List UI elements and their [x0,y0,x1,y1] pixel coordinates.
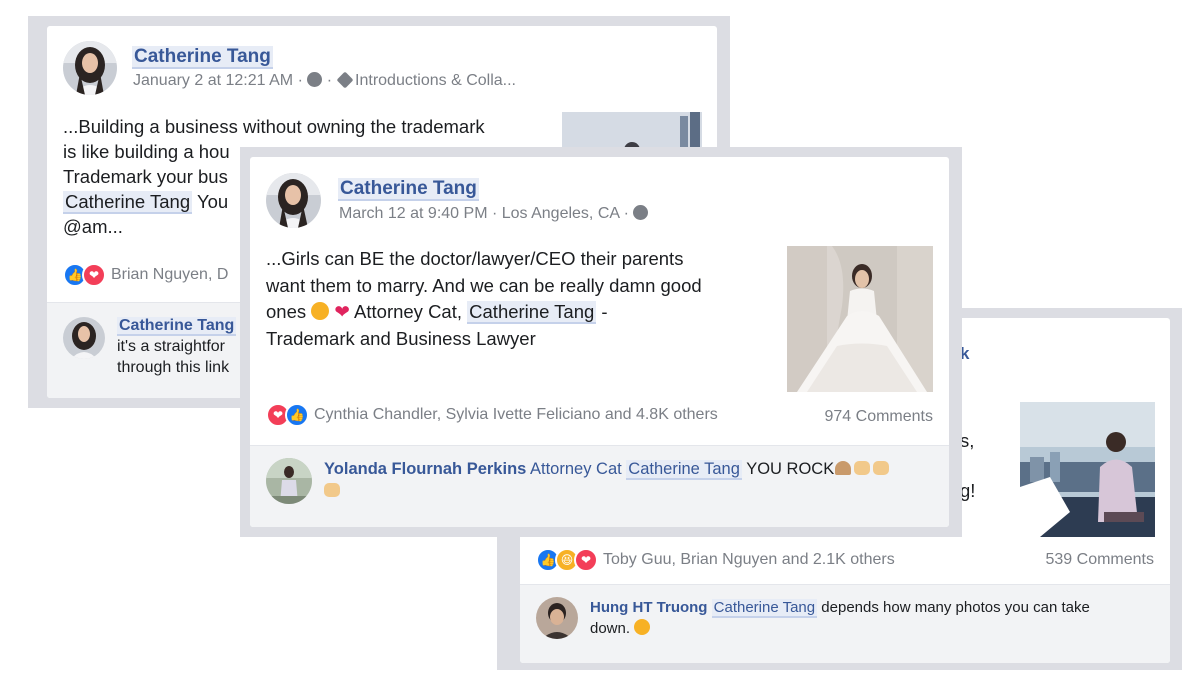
post-1-comment-avatar[interactable] [63,317,105,359]
post-2-reactions[interactable]: ❤ 👍 Cynthia Chandler, Sylvia Ivette Feli… [266,403,718,427]
wink-emoji [311,302,330,320]
laughing-emoji [634,619,651,635]
post-2-card: Catherine Tang March 12 at 9:40 PM · Los… [250,157,949,527]
post-3-comments-count[interactable]: 539 Comments [1046,551,1155,569]
raised-hands-emoji [873,461,890,475]
post-1-author-avatar[interactable] [63,41,117,95]
post-3-comment: Hung HT Truong Catherine Tang depends ho… [520,584,1170,663]
post-2-meta: March 12 at 9:40 PM · Los Angeles, CA · [339,205,649,223]
group-icon [307,72,323,87]
post-2-date[interactable]: March 12 at 9:40 PM [339,205,488,222]
post-2-reactors[interactable]: Cynthia Chandler, Sylvia Ivette Felician… [314,406,718,424]
post-2-comment-avatar[interactable] [266,458,312,504]
post-1-reactions[interactable]: 👍 ❤ Brian Nguyen, D [63,263,228,287]
post-3-body-fragment-b: g! [960,480,976,501]
post-2-image[interactable] [787,246,933,392]
post-1-author-name[interactable]: Catherine Tang [132,46,273,69]
post-3-reactors[interactable]: Toby Guu, Brian Nguyen and 2.1K others [603,551,895,569]
post-2-comment: Yolanda Flournah Perkins Attorney Cat Ca… [250,445,949,527]
post-2-author-avatar[interactable] [266,173,321,228]
post-2-comment-author[interactable]: Yolanda Flournah Perkins [324,460,526,478]
post-1-date[interactable]: January 2 at 12:21 AM [133,72,293,89]
post-1-comment-text: Catherine Tang it's a straightfor throug… [117,317,237,376]
post-3-reactions[interactable]: 👍 😆 ❤ Toby Guu, Brian Nguyen and 2.1K ot… [536,548,895,572]
post-1-reactors[interactable]: Brian Nguyen, D [111,266,228,284]
raised-hands-emoji [324,483,340,497]
post-2-author-name[interactable]: Catherine Tang [338,178,479,201]
post-3-comment-mention[interactable]: Catherine Tang [711,599,818,618]
post-3-image[interactable] [1020,402,1155,537]
post-1-comment-author[interactable]: Catherine Tang [117,317,237,336]
post-2-location[interactable]: Los Angeles, CA [502,205,619,222]
praying-hands-emoji [835,461,852,475]
post-3-comment-author[interactable]: Hung HT Truong [590,599,707,616]
post-1-image[interactable] [562,112,702,152]
post-2-comments-count[interactable]: 974 Comments [825,408,934,426]
raised-hands-emoji [854,461,871,475]
post-2-mention[interactable]: Catherine Tang [467,301,597,324]
post-2-comment-text: Yolanda Flournah Perkins Attorney Cat Ca… [324,458,934,502]
post-3-comment-avatar[interactable] [536,597,578,639]
post-2-comment-mention[interactable]: Catherine Tang [626,460,742,480]
post-3-body-fragment-a: s, [960,430,975,451]
love-icon: ❤ [574,548,598,572]
tag-icon [336,71,354,89]
post-1-meta: January 2 at 12:21 AM · · Introductions … [133,71,516,89]
like-icon: 👍 [285,403,309,427]
post-1-mention[interactable]: Catherine Tang [63,191,193,214]
post-1-group-tag[interactable]: Introductions & Colla... [355,72,516,89]
heart-emoji: ❤ [334,301,350,322]
love-icon: ❤ [82,263,106,287]
post-3-comment-text: Hung HT Truong Catherine Tang depends ho… [590,599,1090,637]
post-2-body: ...Girls can BE the doctor/lawyer/CEO th… [266,248,702,349]
group-icon [633,205,649,220]
